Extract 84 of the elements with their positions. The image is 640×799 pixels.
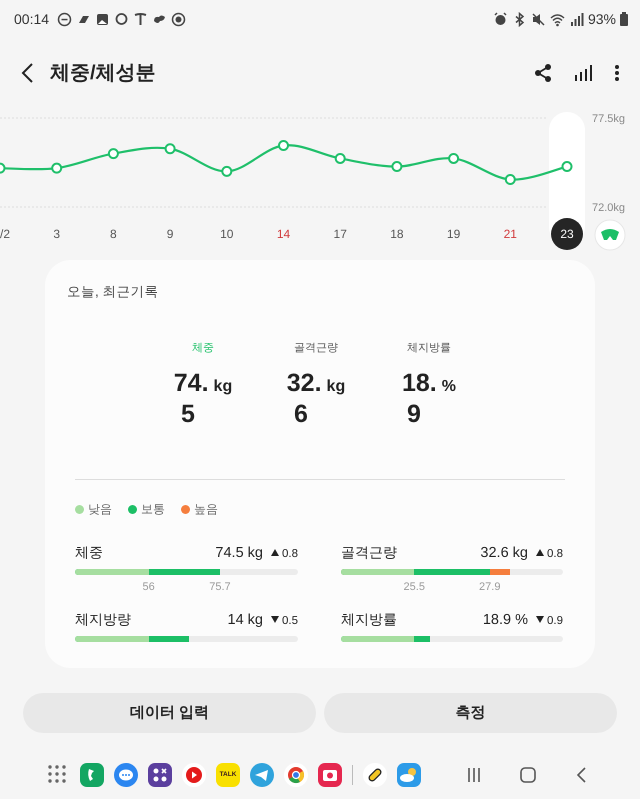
mute-icon [530,12,546,26]
axis-label: 72.0kg [592,202,626,214]
weather-icon[interactable] [397,763,421,787]
unit-label: % [442,378,456,395]
data-point[interactable] [108,148,119,160]
paper-plane-icon[interactable] [250,763,274,787]
value-digit: 6 [293,402,309,428]
metric-name: 체지방량 [75,610,131,629]
pill-icon[interactable] [363,763,387,787]
date-label[interactable]: 3 [53,227,60,241]
share-icon[interactable] [534,63,552,83]
chat-bubble-icon[interactable] [114,763,138,787]
image-icon [95,12,110,26]
more-icon[interactable] [614,64,620,82]
change-value: 0.9 [547,614,563,629]
battery-level: 93% [588,10,616,28]
date-label[interactable]: 14 [276,227,290,241]
date-label[interactable]: 19 [446,227,460,241]
minus-circle-icon [57,12,72,26]
shapes-icon[interactable] [148,763,172,787]
change-value: 0.8 [547,547,563,562]
phone-icon[interactable] [80,763,104,787]
metric-name: 체지방률 [341,610,397,629]
data-point[interactable] [448,152,460,164]
date-label[interactable]: 18 [390,227,404,241]
signal-icon [568,12,584,26]
date-label[interactable]: 23 [560,227,574,241]
axis-label: 77.5kg [592,113,626,125]
page-title: 체중/체성분 [50,61,156,86]
date-label[interactable]: 21 [504,227,517,241]
range-label: 27.9 [479,580,500,595]
target-icon [171,12,186,26]
date-label[interactable]: 9 [166,227,174,241]
data-point[interactable] [334,152,346,164]
recents-icon[interactable] [465,765,483,785]
play-icon[interactable] [182,763,206,787]
metric-value: 32.6 kg [480,544,528,564]
bar-chart-icon[interactable] [574,64,592,82]
metric-name: 골격근량 [341,543,397,562]
metric-value: 18.9 % [482,611,528,630]
value-number: 32. [286,368,322,397]
metric-name: 체중 [75,543,103,562]
metric-tab[interactable]: 체지방률 [372,340,486,357]
legend-label: 높음 [194,501,218,518]
metric-value: 14 kg [228,611,263,630]
unit-label: kg [326,378,346,395]
unit-label: kg [214,378,232,395]
alarm-icon [492,12,508,26]
range-label: 56 [142,580,155,595]
metric-tab[interactable]: 골격근량 [260,340,372,357]
data-point[interactable] [504,174,516,185]
data-point[interactable] [278,140,289,151]
browser-icon[interactable] [284,763,308,787]
home-icon[interactable] [519,765,537,785]
range-label: 75.7 [209,580,231,595]
data-point[interactable] [562,161,572,172]
wifi-icon [550,12,565,26]
range-label: 25.5 [404,580,425,595]
change-value: 0.8 [282,547,298,562]
value-digit: 5 [180,402,196,428]
action-button[interactable]: 데이터 입력 [23,693,316,733]
date-label[interactable]: 10 [220,227,234,241]
selected-day-circle[interactable] [551,218,583,250]
date-label[interactable]: 17 [334,227,347,241]
date-label[interactable]: /2 [0,227,10,241]
legend-label: 낮음 [88,501,112,518]
battery-icon [620,12,628,26]
card-title: 오늘, 최근기록 [67,283,160,301]
value-number: 74. [174,368,209,397]
value-number: 18. [402,368,437,397]
data-point[interactable] [391,161,402,172]
legend-label: 보통 [141,501,165,518]
data-point[interactable] [0,162,6,174]
change-value: 0.5 [282,614,298,629]
camera-icon[interactable] [318,763,342,787]
action-button[interactable]: 측정 [324,693,617,733]
data-point[interactable] [164,143,176,154]
date-label[interactable]: 8 [110,227,117,241]
scale-button[interactable] [594,220,626,250]
status-time: 00:14 [14,10,50,28]
data-point[interactable] [51,162,62,174]
metric-value: 74.5 kg [215,544,263,564]
value-digit: 9 [406,402,422,428]
data-point[interactable] [221,166,232,177]
